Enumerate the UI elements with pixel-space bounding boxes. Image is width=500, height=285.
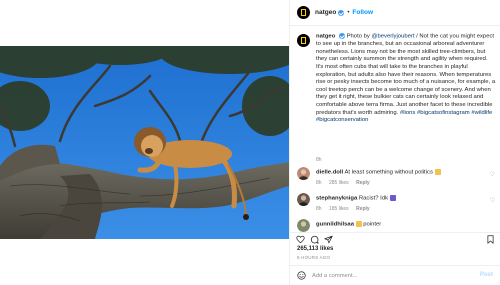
post-time: 8 HOURS AGO [297, 255, 331, 260]
comment-text: At least something without politics [344, 169, 433, 176]
comment-item: gunnildhilsaa pointer [297, 219, 497, 233]
comment-text: Racist? Idk [358, 195, 389, 202]
reply-button[interactable]: Reply [356, 206, 370, 212]
comment-username[interactable]: dielle.doll [316, 170, 343, 176]
comment-icon[interactable] [310, 235, 319, 244]
verified-icon [338, 33, 345, 39]
post-header: natgeo • Follow [290, 0, 500, 26]
heart-icon[interactable]: ♡ [490, 197, 495, 204]
comment-likes[interactable]: 285 likes [329, 180, 349, 186]
heart-icon[interactable] [296, 235, 305, 244]
emoji-icon[interactable] [297, 271, 306, 280]
likes-count[interactable]: 265,113 likes [297, 246, 333, 252]
photographer-link[interactable]: @beverlyjoubert [372, 34, 415, 40]
comment-item: dielle.doll At least something without p… [297, 167, 497, 193]
emoji-icon [434, 169, 441, 175]
photo-pane [0, 0, 289, 285]
comment-username[interactable]: stephanykniga [316, 196, 357, 202]
lion-on-tree-image [0, 46, 289, 239]
post-username[interactable]: natgeo [315, 9, 336, 16]
reply-button[interactable]: Reply [356, 180, 370, 186]
comment-input[interactable] [312, 270, 462, 281]
caption-username[interactable]: natgeo [316, 34, 335, 40]
comment-age: 8h [316, 180, 322, 186]
bookmark-icon[interactable] [486, 235, 495, 244]
caption-body: / Not the cat you might expect to see up… [316, 33, 496, 116]
post-photo[interactable] [0, 46, 289, 239]
natgeo-logo[interactable] [297, 6, 310, 19]
emoji-icon [355, 221, 362, 227]
post-button[interactable]: Post [480, 272, 493, 278]
caption-avatar[interactable] [297, 34, 310, 47]
comments-list[interactable]: natgeo Photo by @beverlyjoubert / Not th… [290, 27, 500, 233]
follow-button[interactable]: Follow [352, 9, 373, 16]
post-sidebar: natgeo • Follow natgeo Photo by @beverly… [289, 0, 500, 285]
comment-age: 8h [316, 206, 322, 212]
share-icon[interactable] [324, 235, 333, 244]
verified-icon [338, 9, 345, 16]
avatar[interactable] [297, 219, 310, 232]
comment-username[interactable]: gunnildhilsaa [316, 222, 354, 228]
comment-text: pointer [363, 221, 382, 228]
comment-item: stephanykniga Racist? Idk 8h 185 likes R… [297, 193, 497, 219]
caption-age: 8h [316, 157, 322, 163]
post-caption: natgeo Photo by @beverlyjoubert / Not th… [297, 33, 497, 125]
avatar[interactable] [297, 167, 310, 180]
comment-likes[interactable]: 185 likes [329, 206, 349, 212]
avatar[interactable] [297, 193, 310, 206]
caption-credit: Photo by [346, 33, 370, 40]
heart-icon[interactable]: ♡ [490, 171, 495, 178]
add-comment-bar: Post [290, 265, 500, 285]
separator-dot: • [347, 9, 350, 16]
emoji-icon [389, 195, 396, 201]
